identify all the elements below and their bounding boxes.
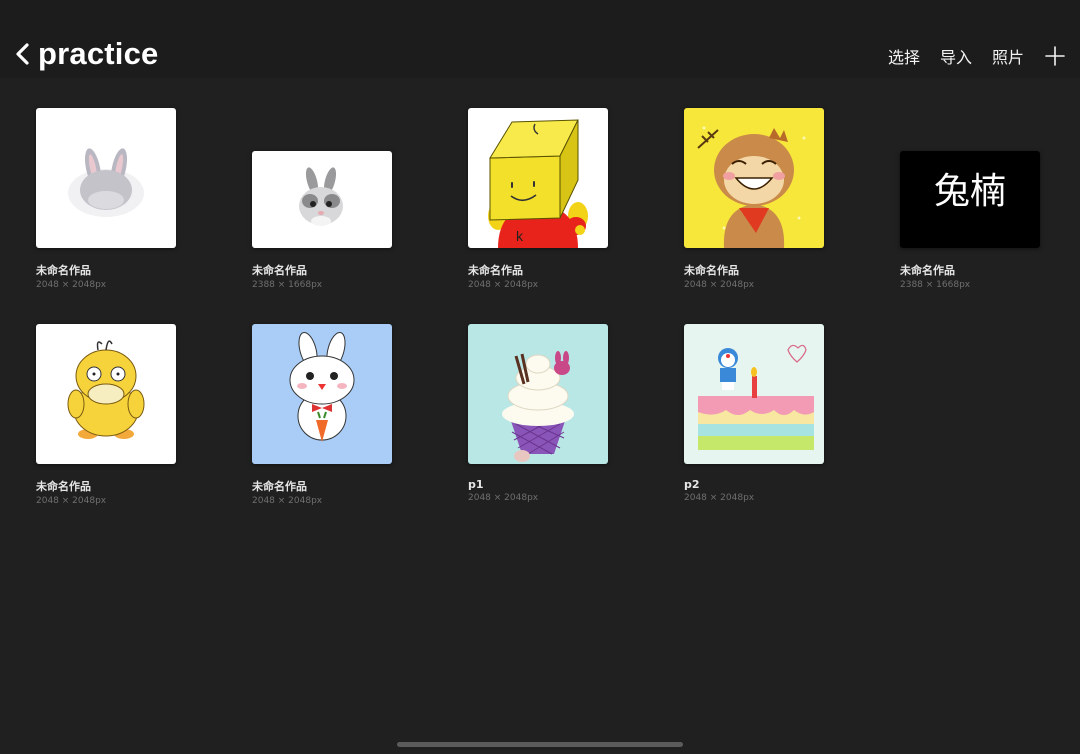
artwork-thumbnail[interactable] [684, 108, 824, 248]
gallery-item[interactable]: 兔楠 未命名作品 2388 × 1668px [900, 108, 1040, 290]
calligraphy-artwork-icon: 兔楠 [900, 151, 1040, 248]
gallery-item[interactable]: p2 2048 × 2048px [684, 324, 824, 503]
gallery-item[interactable]: 未命名作品 2388 × 1668px [252, 108, 392, 290]
artwork-name: 未命名作品 [252, 264, 307, 277]
artwork-name: 未命名作品 [684, 264, 739, 277]
artwork-size: 2048 × 2048px [468, 493, 539, 503]
artwork-thumbnail[interactable] [252, 151, 392, 248]
artwork-thumbnail[interactable]: 兔楠 [900, 151, 1040, 248]
home-indicator [397, 742, 683, 747]
artwork-name: 未命名作品 [36, 480, 91, 493]
artwork-thumbnail[interactable]: k [468, 108, 608, 248]
artwork-name: 未命名作品 [252, 480, 307, 493]
artwork-size: 2048 × 2048px [252, 496, 323, 506]
calligraphy-text: 兔楠 [934, 171, 1006, 212]
artwork-thumbnail[interactable] [36, 108, 176, 248]
bunny-illustration-icon [252, 324, 392, 464]
ice-cream-illustration-icon [468, 324, 608, 464]
artwork-name: p2 [684, 478, 700, 491]
artwork-name: p1 [468, 478, 484, 491]
artwork-size: 2048 × 2048px [684, 280, 755, 290]
artwork-thumbnail[interactable] [468, 324, 608, 464]
gallery-item[interactable]: 未命名作品 2048 × 2048px [36, 108, 176, 290]
artwork-thumbnail[interactable] [36, 324, 176, 464]
artwork-thumbnail[interactable] [252, 324, 392, 464]
svg-text:k: k [516, 228, 524, 244]
bunny-illustration-icon [36, 108, 176, 248]
artwork-gallery: 未命名作品 2048 × 2048px 未命名作品 2388 × 1668px … [0, 0, 1080, 754]
artwork-size: 2048 × 2048px [468, 280, 539, 290]
bunny-illustration-icon [252, 151, 392, 248]
artwork-size: 2048 × 2048px [36, 280, 107, 290]
artwork-thumbnail[interactable] [684, 324, 824, 464]
duck-illustration-icon [36, 324, 176, 464]
gallery-item[interactable]: p1 2048 × 2048px [468, 324, 608, 503]
artwork-name: 未命名作品 [468, 264, 523, 277]
gallery-item[interactable]: 未命名作品 2048 × 2048px [684, 108, 824, 290]
artwork-name: 未命名作品 [36, 264, 91, 277]
artwork-name: 未命名作品 [900, 264, 955, 277]
artwork-size: 2048 × 2048px [36, 496, 107, 506]
artwork-size: 2048 × 2048px [684, 493, 755, 503]
monkey-illustration-icon [684, 108, 824, 248]
artwork-size: 2388 × 1668px [252, 280, 323, 290]
artwork-size: 2388 × 1668px [900, 280, 971, 290]
box-head-character-icon: k [468, 108, 608, 248]
gallery-item[interactable]: k 未命名作品 2048 × 2048px [468, 108, 608, 290]
birthday-cake-illustration-icon [684, 324, 824, 464]
gallery-item[interactable]: 未命名作品 2048 × 2048px [252, 324, 392, 506]
gallery-item[interactable]: 未命名作品 2048 × 2048px [36, 324, 176, 506]
